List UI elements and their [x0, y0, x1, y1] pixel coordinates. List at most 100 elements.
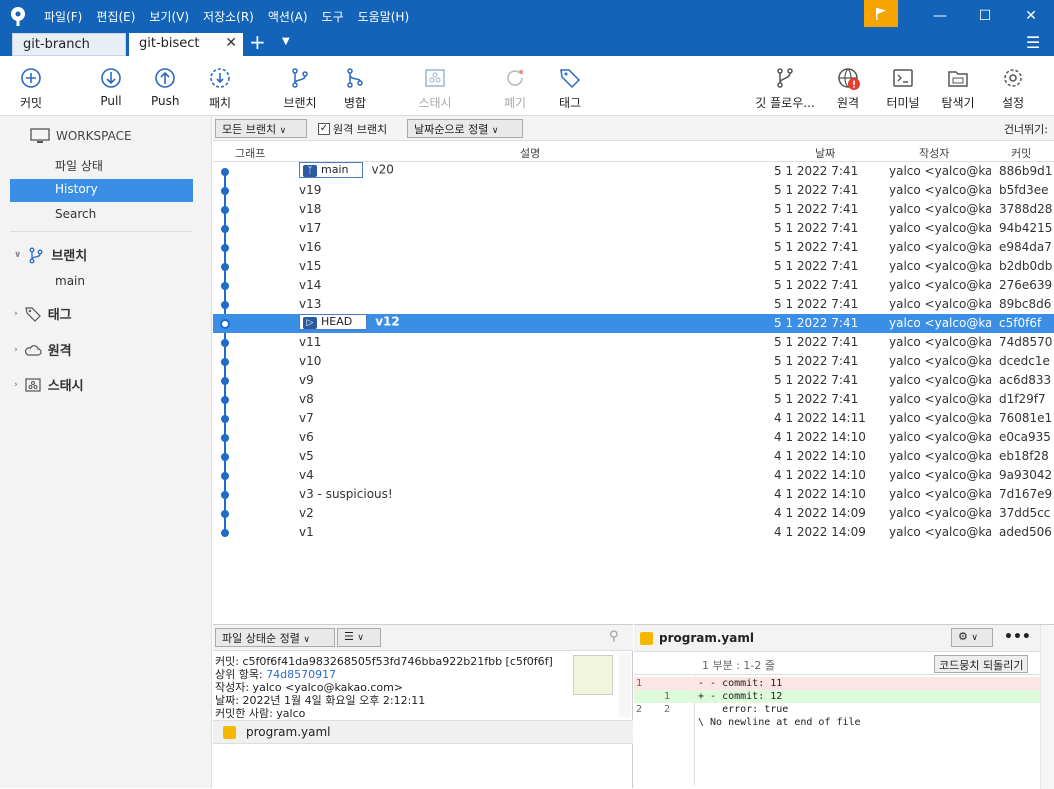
commit-hash: 3788d28: [999, 202, 1053, 216]
commit-message-text: v17: [299, 221, 322, 235]
commit-row[interactable]: ▷ HEAD v12 5 1 2022 7:41 yalco <yalco@kak c5f…: [213, 314, 1054, 333]
push-button[interactable]: Push: [151, 66, 180, 108]
col-commit[interactable]: 커밋: [1011, 145, 1031, 161]
parent-link[interactable]: 74d8570917: [266, 668, 336, 681]
commit-row[interactable]: v14 5 1 2022 7:41 yalco <yalco@kak 276e639: [213, 276, 1054, 295]
merge-button[interactable]: 병합: [342, 66, 368, 111]
menu-help[interactable]: 도움말(H): [358, 8, 410, 25]
commit-row[interactable]: v7 4 1 2022 14:11 yalco <yalco@kak 76081e1: [213, 409, 1054, 428]
hunk-header: 1 부분 : 1-2 줄 코드뭉치 되돌리기: [634, 653, 1040, 675]
col-graph[interactable]: 그래프: [235, 145, 265, 161]
commit-row[interactable]: v10 5 1 2022 7:41 yalco <yalco@kak dcedc1e: [213, 352, 1054, 371]
commit-message: v11: [299, 335, 321, 349]
branch-filter-dropdown[interactable]: 모든 브랜치 ∨: [215, 119, 307, 138]
hamburger-menu-button[interactable]: ☰: [1026, 33, 1040, 52]
commit-row[interactable]: v4 4 1 2022 14:10 yalco <yalco@kak 9a93042: [213, 466, 1054, 485]
commit-row[interactable]: v5 4 1 2022 14:10 yalco <yalco@kak eb18f28: [213, 447, 1054, 466]
commit-row[interactable]: v18 5 1 2022 7:41 yalco <yalco@kak 3788d28: [213, 200, 1054, 219]
menu-bar: 파일(F) 편집(E) 보기(V) 저장소(R) 액션(A) 도구 도움말(H): [44, 8, 423, 25]
col-date[interactable]: 날짜: [815, 145, 835, 161]
view-mode-dropdown[interactable]: ☰ ∨: [337, 628, 381, 647]
commit-author: yalco <yalco@kak: [889, 240, 991, 254]
commit-message: v1: [299, 525, 314, 539]
sort-dropdown[interactable]: 날짜순으로 정렬 ∨: [407, 119, 523, 138]
graph-node: [221, 377, 229, 385]
stash-button[interactable]: 스태시: [416, 66, 454, 111]
details-scrollbar[interactable]: [619, 653, 631, 717]
tab-git-bisect[interactable]: git-bisect ✕: [129, 33, 243, 56]
maximize-button[interactable]: ☐: [975, 6, 995, 26]
more-options-icon[interactable]: •••: [1004, 629, 1031, 645]
settings-button[interactable]: 설정: [1000, 66, 1026, 111]
gitflow-label: 깃 플로우...: [755, 96, 815, 110]
commit-row[interactable]: v9 5 1 2022 7:41 yalco <yalco@kak ac6d833: [213, 371, 1054, 390]
menu-repository[interactable]: 저장소(R): [203, 8, 254, 25]
commit-row[interactable]: v19 5 1 2022 7:41 yalco <yalco@kak b5fd3ee: [213, 181, 1054, 200]
sidebar-item-main[interactable]: main: [10, 271, 193, 294]
graph-node: [221, 225, 229, 233]
close-window-button[interactable]: ✕: [1021, 6, 1041, 26]
sidebar-section-stashes[interactable]: › 스태시: [14, 375, 84, 394]
commit-row[interactable]: v8 5 1 2022 7:41 yalco <yalco@kak d1f29f7: [213, 390, 1054, 409]
commit-row[interactable]: v11 5 1 2022 7:41 yalco <yalco@kak 74d8570: [213, 333, 1054, 352]
new-tab-button[interactable]: +: [249, 30, 266, 54]
menu-file[interactable]: 파일(F): [44, 8, 82, 25]
sidebar-item-history[interactable]: History: [10, 179, 193, 202]
parent-label: 상위 항목:: [215, 668, 267, 681]
sidebar-section-tags[interactable]: › 태그: [14, 304, 72, 323]
gitflow-button[interactable]: 깃 플로우...: [752, 66, 818, 111]
commit-row[interactable]: v2 4 1 2022 14:09 yalco <yalco@kak 37dd5cc: [213, 504, 1054, 523]
plus-icon: +: [249, 30, 266, 54]
commit-row[interactable]: v17 5 1 2022 7:41 yalco <yalco@kak 94b4215: [213, 219, 1054, 238]
commit-message: v6: [299, 430, 314, 444]
branch-button[interactable]: 브랜치: [282, 66, 318, 111]
commit-row[interactable]: v1 4 1 2022 14:09 yalco <yalco@kak aded506: [213, 523, 1054, 542]
remote-button[interactable]: 원격: [835, 66, 861, 111]
commit-hash: eb18f28: [999, 449, 1049, 463]
commit-author: yalco <yalco@kak: [889, 183, 991, 197]
commit-button[interactable]: 커밋: [18, 66, 44, 111]
commit-row[interactable]: v6 4 1 2022 14:10 yalco <yalco@kak e0ca935: [213, 428, 1054, 447]
tab-list-dropdown[interactable]: ▼: [282, 36, 290, 47]
discard-button[interactable]: 폐기: [502, 66, 528, 111]
col-author[interactable]: 작성자: [919, 145, 949, 161]
sidebar-section-remotes[interactable]: › 원격: [14, 340, 72, 359]
commit-message: v19: [299, 183, 321, 197]
badge-label: HEAD: [321, 315, 353, 328]
commit-message-text: v6: [299, 430, 314, 444]
commit-row[interactable]: v3 - suspicious! 4 1 2022 14:10 yalco <yal…: [213, 485, 1054, 504]
file-sort-dropdown[interactable]: 파일 상태순 정렬 ∨: [215, 628, 335, 647]
diff-options-dropdown[interactable]: ⚙ ∨: [951, 628, 993, 647]
tab-git-branch[interactable]: git-branch: [12, 33, 126, 56]
col-description[interactable]: 설명: [520, 145, 540, 161]
terminal-button[interactable]: 터미널: [884, 66, 922, 111]
commit-row[interactable]: ᛉ main v20 5 1 2022 7:41 yalco <yalco@kak 886…: [213, 162, 1054, 181]
fetch-button[interactable]: 패치: [207, 66, 233, 111]
sidebar-item-search[interactable]: Search: [10, 204, 193, 227]
menu-edit[interactable]: 편집(E): [96, 8, 135, 25]
discard-hunk-button[interactable]: 코드뭉치 되돌리기: [934, 655, 1029, 673]
diff-scrollbar[interactable]: [1040, 625, 1054, 789]
search-icon[interactable]: ⚲: [609, 629, 619, 644]
sidebar-item-file-status[interactable]: 파일 상태: [10, 154, 193, 177]
monitor-icon: [30, 128, 50, 143]
commit-message: ᛉ main v20: [299, 162, 394, 178]
commit-row[interactable]: v13 5 1 2022 7:41 yalco <yalco@kak 89bc8d6: [213, 295, 1054, 314]
menu-tools[interactable]: 도구: [322, 8, 344, 25]
commit-row[interactable]: v15 5 1 2022 7:41 yalco <yalco@kak b2db0db: [213, 257, 1054, 276]
commit-row[interactable]: v16 5 1 2022 7:41 yalco <yalco@kak e984da7: [213, 238, 1054, 257]
changed-file-row[interactable]: program.yaml: [213, 720, 633, 744]
minimize-button[interactable]: —: [930, 6, 950, 26]
explorer-button[interactable]: 탐색기: [939, 66, 977, 111]
commit-author: yalco <yalco@kak: [889, 221, 991, 235]
branch-icon: ᛉ: [303, 165, 317, 177]
remote-branches-checkbox[interactable]: ✓ 원격 브랜치: [318, 121, 387, 137]
sidebar-section-branches[interactable]: ∨ 브랜치: [14, 245, 87, 264]
flag-button[interactable]: [864, 0, 898, 27]
menu-actions[interactable]: 액션(A): [268, 8, 308, 25]
tab-close-icon[interactable]: ✕: [225, 35, 237, 51]
commit-message-text: v7: [299, 411, 314, 425]
menu-view[interactable]: 보기(V): [149, 8, 189, 25]
pull-button[interactable]: Pull: [98, 66, 124, 108]
tag-button[interactable]: 태그: [557, 66, 583, 111]
